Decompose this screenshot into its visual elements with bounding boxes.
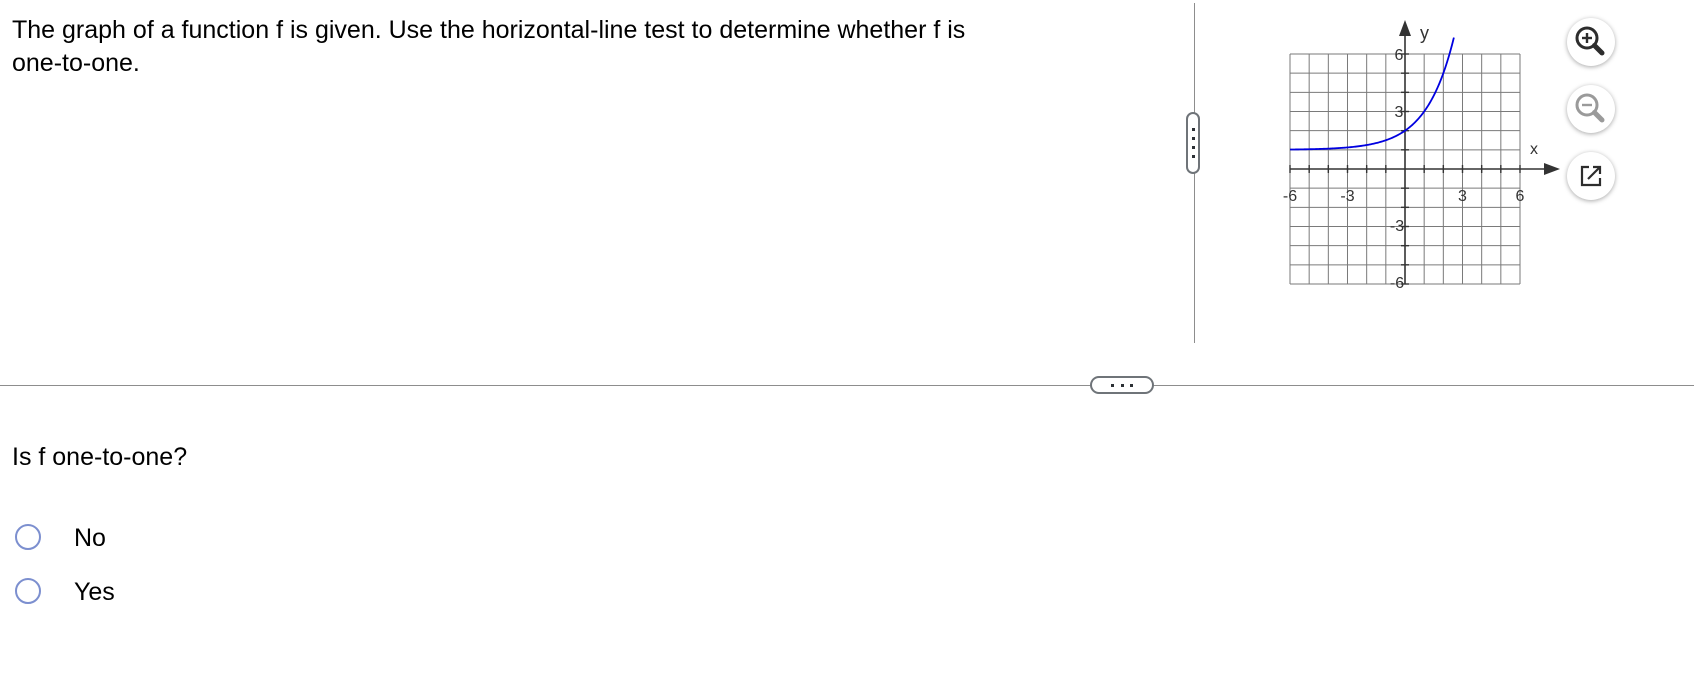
x-tick-label: 6 (1516, 188, 1525, 205)
option-yes[interactable]: Yes (14, 571, 214, 611)
handle-dot (1191, 155, 1195, 158)
open-in-new-window-button[interactable] (1567, 152, 1615, 200)
external-window-icon (1580, 165, 1602, 187)
handle-dot (1191, 146, 1195, 149)
horizontal-splitter-handle[interactable] (1090, 376, 1154, 394)
x-axis-arrow (1544, 163, 1560, 175)
y-tick-label: 6 (1395, 47, 1404, 64)
handle-dot (1120, 383, 1124, 387)
y-tick-label: -6 (1390, 275, 1404, 292)
y-axis-arrow (1399, 20, 1411, 36)
y-axis-label: y (1420, 23, 1429, 43)
handle-dot (1191, 137, 1195, 140)
function-graph: -6 -3 3 6 6 3 -3 -6 x y (1283, 20, 1560, 292)
option-no[interactable]: No (14, 517, 214, 557)
zoom-out-button[interactable] (1567, 85, 1615, 133)
answer-prompt: Is f one-to-one? (12, 443, 188, 471)
x-tick-label: -3 (1340, 188, 1354, 205)
y-tick-label: 3 (1395, 104, 1404, 121)
zoom-in-icon (1575, 26, 1605, 56)
zoom-out-icon (1575, 93, 1605, 123)
x-axis-label: x (1530, 141, 1538, 158)
option-label: Yes (74, 578, 115, 606)
vertical-splitter-handle[interactable] (1186, 112, 1200, 174)
x-tick-label: 3 (1458, 188, 1467, 205)
handle-dot (1130, 383, 1133, 387)
handle-dot (1191, 128, 1195, 131)
radio-button-yes[interactable] (15, 578, 41, 604)
option-label: No (74, 524, 106, 552)
horizontal-splitter-line (0, 385, 1694, 386)
zoom-in-button[interactable] (1567, 18, 1615, 66)
y-tick-label: -3 (1390, 218, 1404, 235)
x-tick-label: -6 (1283, 188, 1297, 205)
handle-dot (1111, 383, 1114, 387)
question-text: The graph of a function f is given. Use … (12, 16, 966, 77)
radio-button-no[interactable] (15, 524, 41, 550)
